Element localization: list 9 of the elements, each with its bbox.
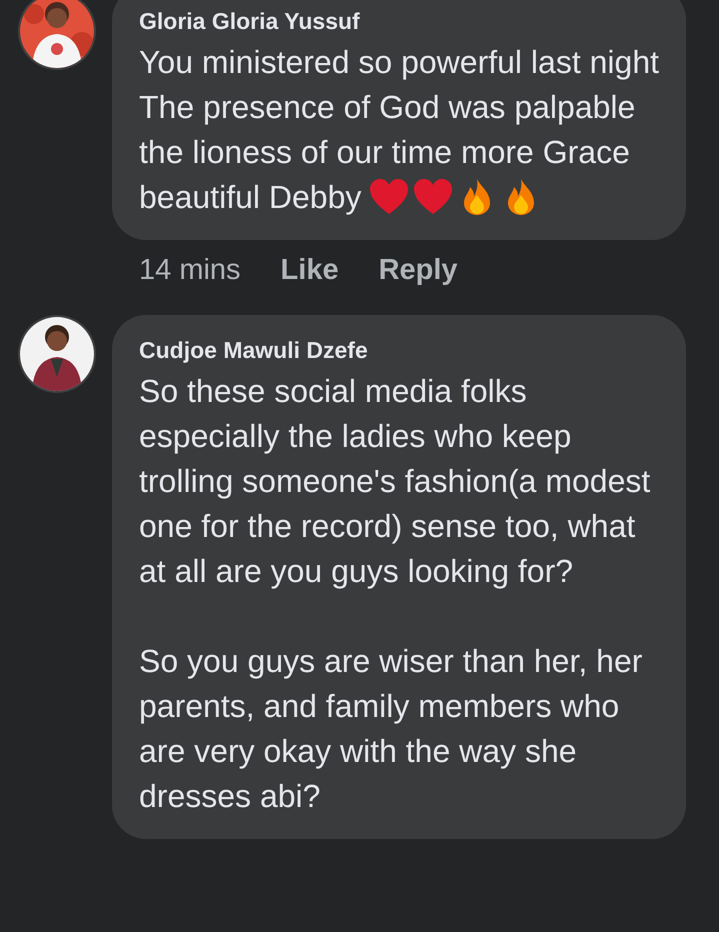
author-name: Cudjoe Mawuli Dzefe <box>139 336 369 365</box>
author-name: Gloria Gloria Yussuf <box>139 7 361 36</box>
heart-icon <box>369 178 410 216</box>
reply-button[interactable]: Reply <box>378 254 458 287</box>
heart-icon <box>413 178 454 216</box>
timestamp: 14 mins <box>139 254 241 287</box>
like-button[interactable]: Like <box>280 254 339 287</box>
comment-text: You ministered so powerful last night The presence of God was palpable the lioness of our time more Grace beautiful Debby <box>139 43 660 218</box>
comment-text: So these social media folks especially the ladies who keep trolling someone's fashion(a modest one for the record) sense too, what at all are you guys looking for? So you guys are wiser than her, her parents, and family members who are very okay with the way she dresses abi? <box>139 372 652 816</box>
